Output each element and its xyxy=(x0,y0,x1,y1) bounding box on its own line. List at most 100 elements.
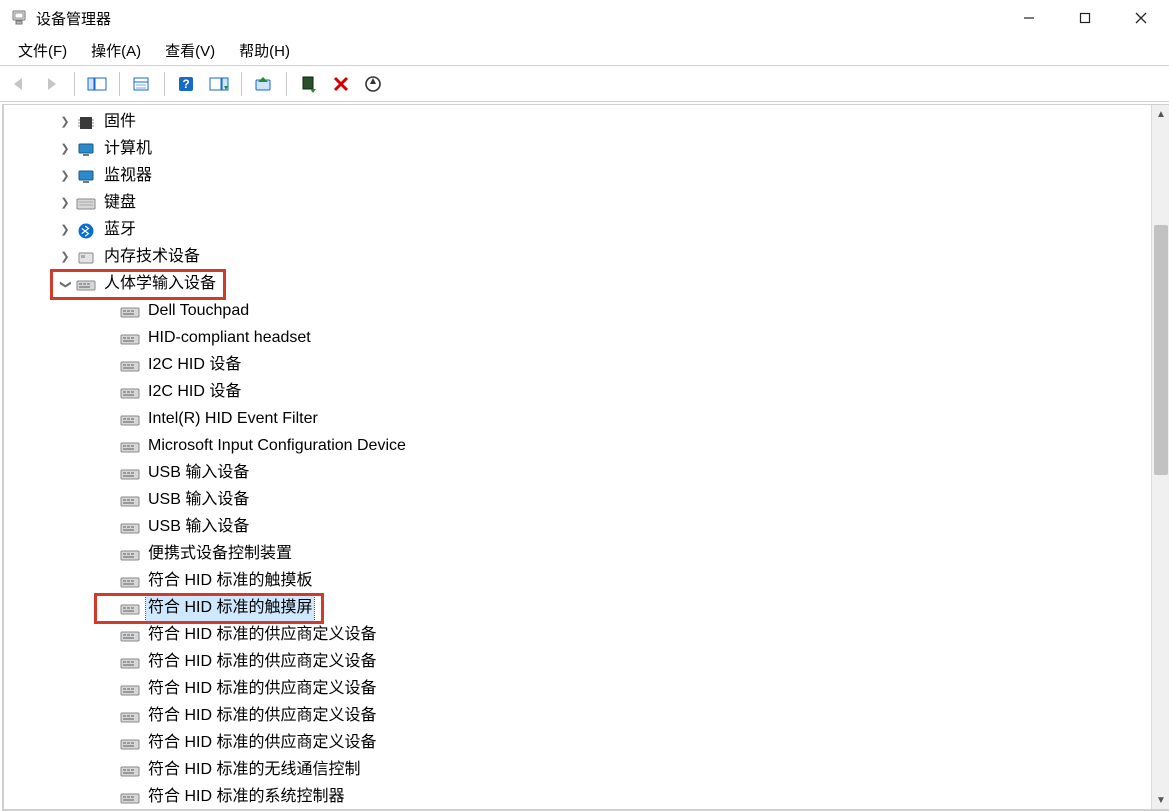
scan-hardware-button[interactable] xyxy=(359,70,387,98)
category-node-hid[interactable]: ❯ 人体学输入设备 xyxy=(52,271,224,298)
help-icon: ? xyxy=(177,75,197,93)
action-pane-button[interactable] xyxy=(205,70,233,98)
device-label: Microsoft Input Configuration Device xyxy=(146,434,408,459)
memcard-icon xyxy=(76,250,96,266)
category-label: 监视器 xyxy=(102,164,154,189)
keyboard-icon xyxy=(76,196,96,212)
category-node[interactable]: ❯ 计算机 xyxy=(52,136,1151,163)
device-node[interactable]: ❯Intel(R) HID Event Filter xyxy=(96,406,1151,433)
device-label: Intel(R) HID Event Filter xyxy=(146,407,320,432)
minimize-icon xyxy=(1023,12,1035,24)
device-node[interactable]: ❯I2C HID 设备 xyxy=(96,379,1151,406)
hid-icon xyxy=(120,790,140,806)
device-node[interactable]: ❯便携式设备控制装置 xyxy=(96,541,1151,568)
uninstall-device-button[interactable] xyxy=(327,70,355,98)
device-node[interactable]: ❯符合 HID 标准的无线通信控制 xyxy=(96,757,1151,784)
monitor-icon xyxy=(76,142,96,158)
menu-view[interactable]: 查看(V) xyxy=(153,36,227,65)
device-node[interactable]: ❯符合 HID 标准的触摸板 xyxy=(96,568,1151,595)
device-node[interactable]: ❯HID-compliant headset xyxy=(96,325,1151,352)
hid-icon xyxy=(120,304,140,320)
svg-text:?: ? xyxy=(182,77,189,91)
device-node[interactable]: ❯USB 输入设备 xyxy=(96,514,1151,541)
enable-icon xyxy=(300,75,318,93)
enable-device-button[interactable] xyxy=(295,70,323,98)
bluetooth-icon xyxy=(76,223,96,239)
device-node[interactable]: ❯USB 输入设备 xyxy=(96,487,1151,514)
nav-back-button[interactable] xyxy=(6,70,34,98)
hid-icon xyxy=(120,439,140,455)
device-node[interactable]: ❯符合 HID 标准的供应商定义设备 xyxy=(96,676,1151,703)
device-tree[interactable]: ❯固件❯计算机❯监视器❯键盘❯蓝牙❯内存技术设备❯人体学输入设备❯Dell To… xyxy=(4,105,1151,809)
device-label: 符合 HID 标准的供应商定义设备 xyxy=(146,650,378,675)
expand-icon[interactable]: ❯ xyxy=(58,141,72,158)
category-label: 键盘 xyxy=(102,191,138,216)
close-button[interactable] xyxy=(1113,0,1169,36)
device-node[interactable]: ❯USB 输入设备 xyxy=(96,460,1151,487)
expand-icon[interactable]: ❯ xyxy=(58,114,72,131)
monitor-icon xyxy=(76,169,96,185)
category-node[interactable]: ❯ 键盘 xyxy=(52,190,1151,217)
vertical-scrollbar[interactable]: ▲ ▼ xyxy=(1151,105,1169,809)
device-node[interactable]: ❯符合 HID 标准的触摸屏 xyxy=(96,595,322,622)
expand-icon[interactable]: ❯ xyxy=(58,195,72,212)
panel-icon xyxy=(209,76,229,92)
device-node[interactable]: ❯Microsoft Input Configuration Device xyxy=(96,433,1151,460)
device-node[interactable]: ❯符合 HID 标准的供应商定义设备 xyxy=(96,649,1151,676)
menu-action[interactable]: 操作(A) xyxy=(79,36,153,65)
menubar: 文件(F) 操作(A) 查看(V) 帮助(H) xyxy=(0,36,1169,66)
expand-icon[interactable]: ❯ xyxy=(58,222,72,239)
device-label: 便携式设备控制装置 xyxy=(146,542,294,567)
device-manager-window: 设备管理器 文件(F) 操作(A) 查看(V) 帮助(H) xyxy=(0,0,1169,811)
device-node[interactable]: ❯符合 HID 标准的供应商定义设备 xyxy=(96,622,1151,649)
chip-icon xyxy=(76,115,96,131)
device-label: USB 输入设备 xyxy=(146,515,251,540)
delete-icon xyxy=(332,75,350,93)
device-label: HID-compliant headset xyxy=(146,326,313,351)
device-label: 符合 HID 标准的供应商定义设备 xyxy=(146,677,378,702)
expand-icon[interactable]: ❯ xyxy=(58,249,72,266)
properties-button[interactable] xyxy=(128,70,156,98)
hid-icon xyxy=(120,493,140,509)
scroll-thumb[interactable] xyxy=(1154,225,1168,475)
device-node[interactable]: ❯符合 HID 标准的供应商定义设备 xyxy=(96,703,1151,730)
hid-icon xyxy=(120,358,140,374)
show-hide-console-button[interactable] xyxy=(83,70,111,98)
hid-icon xyxy=(120,574,140,590)
category-node[interactable]: ❯内存技术设备 xyxy=(52,244,1151,271)
device-label: 符合 HID 标准的供应商定义设备 xyxy=(146,623,378,648)
scroll-down-button[interactable]: ▼ xyxy=(1152,791,1169,809)
hid-icon xyxy=(120,385,140,401)
category-label: 计算机 xyxy=(102,137,154,162)
update-driver-button[interactable] xyxy=(250,70,278,98)
category-label: 人体学输入设备 xyxy=(102,272,218,297)
collapse-icon[interactable]: ❯ xyxy=(56,277,73,291)
menu-help[interactable]: 帮助(H) xyxy=(227,36,302,65)
category-node[interactable]: ❯固件 xyxy=(52,109,1151,136)
hid-icon xyxy=(120,655,140,671)
maximize-icon xyxy=(1079,12,1091,24)
titlebar: 设备管理器 xyxy=(0,0,1169,36)
scan-icon xyxy=(364,75,382,93)
device-node[interactable]: ❯符合 HID 标准的供应商定义设备 xyxy=(96,730,1151,757)
device-node[interactable]: ❯I2C HID 设备 xyxy=(96,352,1151,379)
nav-forward-button[interactable] xyxy=(38,70,66,98)
maximize-button[interactable] xyxy=(1057,0,1113,36)
close-icon xyxy=(1135,12,1147,24)
hid-icon xyxy=(76,277,96,293)
category-node[interactable]: ❯蓝牙 xyxy=(52,217,1151,244)
hid-icon xyxy=(120,682,140,698)
device-node[interactable]: ❯符合 HID 标准的系统控制器 xyxy=(96,784,1151,809)
category-node[interactable]: ❯ 监视器 xyxy=(52,163,1151,190)
hid-icon xyxy=(120,466,140,482)
hid-icon xyxy=(120,547,140,563)
hid-icon xyxy=(120,412,140,428)
device-node[interactable]: ❯Dell Touchpad xyxy=(96,298,1151,325)
menu-file[interactable]: 文件(F) xyxy=(6,36,79,65)
expand-icon[interactable]: ❯ xyxy=(58,168,72,185)
device-label: 符合 HID 标准的无线通信控制 xyxy=(146,758,362,783)
help-button[interactable]: ? xyxy=(173,70,201,98)
minimize-button[interactable] xyxy=(1001,0,1057,36)
scroll-up-button[interactable]: ▲ xyxy=(1152,105,1169,123)
hid-icon xyxy=(120,736,140,752)
